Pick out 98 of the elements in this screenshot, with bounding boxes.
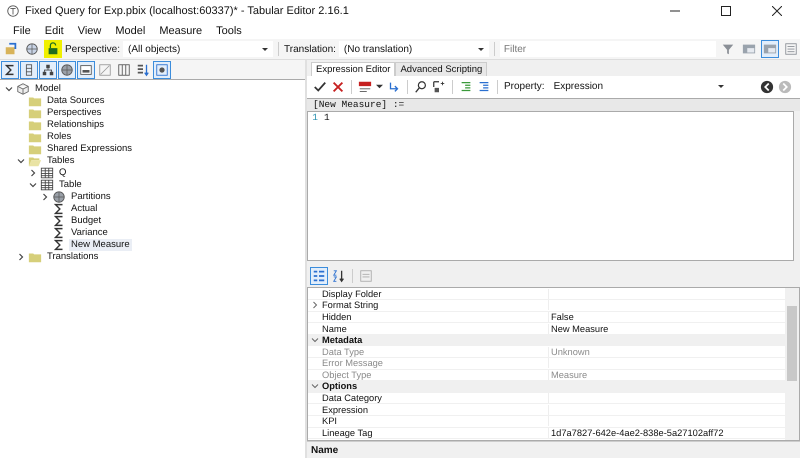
toolbar-button[interactable] xyxy=(20,60,38,78)
menu-item[interactable]: Edit xyxy=(38,24,71,36)
app-icon xyxy=(6,4,20,18)
cube-icon xyxy=(16,82,30,96)
close-icon[interactable] xyxy=(772,6,782,16)
table-icon xyxy=(40,178,54,192)
check-icon[interactable] xyxy=(313,80,327,94)
categorized-button[interactable] xyxy=(310,267,328,286)
tree-item[interactable]: Roles xyxy=(45,131,74,143)
tree-item[interactable]: New Measure xyxy=(69,239,132,251)
globe-icon xyxy=(25,42,39,56)
toolbar-button[interactable] xyxy=(153,60,171,78)
window-icon xyxy=(79,62,93,76)
square-icon xyxy=(155,62,169,76)
property-value[interactable]: False xyxy=(551,312,574,322)
toolbar-button[interactable] xyxy=(58,60,76,78)
columns-icon xyxy=(117,62,131,76)
code-editor[interactable]: 1 1 xyxy=(307,110,794,260)
property-label: Property: xyxy=(504,81,545,92)
property-name: Data Type xyxy=(322,346,549,357)
table-icon xyxy=(40,166,54,180)
collapse-icon[interactable] xyxy=(4,85,12,93)
code-line: 1 xyxy=(324,112,330,124)
tree-item[interactable]: Data Sources xyxy=(45,95,107,107)
property-name: Display Folder xyxy=(322,288,549,299)
property-value[interactable]: New Measure xyxy=(551,324,608,334)
tree-item[interactable]: Variance xyxy=(69,227,110,239)
tree-item[interactable]: Actual xyxy=(69,203,100,215)
collapse-icon[interactable] xyxy=(311,382,319,390)
collapse-icon[interactable] xyxy=(16,157,24,165)
sphere-icon xyxy=(60,62,74,76)
toolbar-button[interactable] xyxy=(77,60,95,78)
toolbar-button[interactable] xyxy=(1,60,19,78)
expand-icon[interactable] xyxy=(16,253,24,261)
arrow-icon[interactable] xyxy=(387,80,401,94)
tree-item[interactable]: Tables xyxy=(45,155,76,167)
property-name: Name xyxy=(322,324,549,334)
translation-label: Translation: xyxy=(284,44,336,54)
tab[interactable]: Advanced Scripting xyxy=(395,62,488,76)
tree-item[interactable]: Translations xyxy=(45,251,100,263)
list-icon xyxy=(784,42,798,56)
expand-icon[interactable] xyxy=(311,301,319,310)
property-name: Hidden xyxy=(322,312,549,322)
menu-item[interactable]: File xyxy=(6,24,38,36)
slash-box-icon xyxy=(98,62,112,76)
menu-item[interactable]: Model xyxy=(108,24,152,36)
category-label: Metadata xyxy=(322,335,362,346)
padlock-icon xyxy=(46,42,60,56)
view-button[interactable] xyxy=(761,40,779,58)
property-name: KPI xyxy=(322,416,549,426)
expand-icon[interactable] xyxy=(28,169,36,177)
tree-item[interactable]: Budget xyxy=(69,215,104,227)
toolbar-button[interactable] xyxy=(44,40,62,58)
tab[interactable]: Expression Editor xyxy=(311,62,396,76)
menu-item[interactable]: View xyxy=(70,24,108,36)
property-name: Format String xyxy=(322,300,549,310)
expression-header: [New Measure] := xyxy=(307,98,800,111)
folder-arrow-icon xyxy=(4,42,18,56)
tree-item[interactable]: Model xyxy=(33,83,63,95)
collapse-icon[interactable] xyxy=(311,336,319,344)
description-title: Name xyxy=(311,444,338,456)
property-value[interactable]: 1d7a7827-642e-4ae2-838e-5a27102aff72 xyxy=(551,428,724,438)
tree-item[interactable]: Partitions xyxy=(69,191,113,203)
search-icon[interactable] xyxy=(414,80,428,94)
property-name: Data Category xyxy=(322,393,549,404)
perspective-dropdown[interactable]: (All objects) xyxy=(123,41,274,57)
menu-item[interactable]: Measure xyxy=(152,24,210,36)
scrollbar[interactable] xyxy=(785,288,799,440)
perspective-label: Perspective: xyxy=(65,44,120,54)
tree-item[interactable]: Perspectives xyxy=(45,107,104,119)
property-name: Error Message xyxy=(322,358,549,368)
back-icon[interactable] xyxy=(760,80,774,94)
indent-icon[interactable] xyxy=(459,80,473,94)
sphere-icon xyxy=(52,190,66,204)
category-label: Options xyxy=(322,381,358,392)
maximize-icon[interactable] xyxy=(721,6,731,16)
filter-icon xyxy=(721,42,735,56)
tree-item[interactable]: Shared Expressions xyxy=(45,143,134,155)
tree-item[interactable]: Table xyxy=(57,179,84,191)
outdent-icon[interactable] xyxy=(477,80,491,94)
tree-item[interactable]: Relationships xyxy=(45,119,106,131)
property-name: Lineage Tag xyxy=(322,428,549,438)
panel-icon xyxy=(763,42,777,56)
hierarchy-icon xyxy=(41,62,55,76)
sort-icon xyxy=(136,62,150,76)
property-name: Object Type xyxy=(322,370,549,380)
tree-item[interactable]: Q xyxy=(57,167,68,179)
panel-icon xyxy=(742,42,756,56)
translation-dropdown[interactable]: (No translation) xyxy=(338,41,489,57)
window-title: Fixed Query for Exp.pbix (localhost:60337)* - Tabular Editor 2.16.1 xyxy=(25,5,349,17)
line-number: 1 xyxy=(311,112,318,124)
menu-item[interactable]: Tools xyxy=(209,24,249,36)
filter-field[interactable]: Filter xyxy=(500,41,716,57)
caret-icon[interactable] xyxy=(376,83,383,90)
toolbar-button[interactable] xyxy=(39,60,57,78)
collapse-icon[interactable] xyxy=(28,181,36,189)
property-name: Expression xyxy=(322,404,549,415)
expand-icon[interactable] xyxy=(40,193,48,201)
